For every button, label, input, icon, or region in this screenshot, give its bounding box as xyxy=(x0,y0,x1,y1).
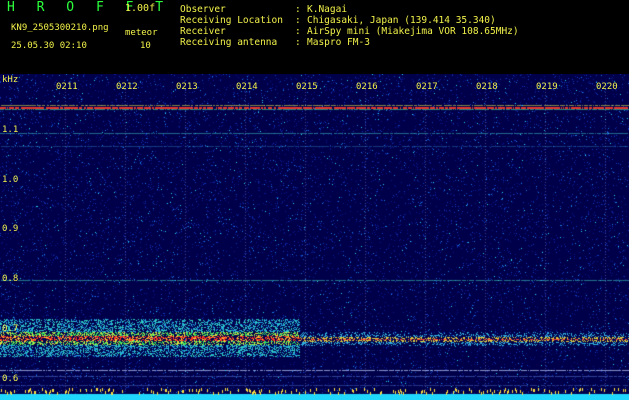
info-label: Observer xyxy=(180,4,226,15)
y-tick-label: 1.0 xyxy=(2,175,19,185)
info-value: K.Nagai xyxy=(307,4,348,15)
x-tick-label: 0218 xyxy=(476,82,498,92)
info-value: Maspro FM-3 xyxy=(307,37,370,48)
mode-label: meteor xyxy=(125,28,158,38)
info-row-location: Receiving Location : Chigasaki, Japan (1… xyxy=(180,15,519,26)
info-row-observer: Observer : K.Nagai xyxy=(180,4,519,15)
info-value: AirSpy mini (Miakejima VOR 108.65MHz) xyxy=(307,26,519,37)
info-separator: : xyxy=(295,26,301,37)
spectrogram xyxy=(0,74,629,400)
observation-info: Observer : K.Nagai Receiving Location : … xyxy=(180,4,519,48)
info-separator: : xyxy=(295,4,301,15)
info-label: Receiving antenna xyxy=(180,37,278,48)
y-tick-label: 0.8 xyxy=(2,274,19,284)
timestamp-label: 25.05.30 02:10 xyxy=(11,41,87,51)
info-label: Receiver xyxy=(180,26,226,37)
x-tick-label: 0213 xyxy=(176,82,198,92)
count-label: 10 xyxy=(140,41,151,51)
x-tick-label: 0215 xyxy=(296,82,318,92)
info-row-receiver: Receiver : AirSpy mini (Miakejima VOR 10… xyxy=(180,26,519,37)
y-tick-label: 0.9 xyxy=(2,224,19,234)
filename-label: KN9_2505300210.png xyxy=(11,23,109,33)
x-tick-label: 0212 xyxy=(116,82,138,92)
y-tick-label: 0.6 xyxy=(2,374,19,384)
version-label: 1.00f xyxy=(125,3,156,14)
x-tick-label: 0214 xyxy=(236,82,258,92)
x-tick-label: 0219 xyxy=(536,82,558,92)
info-separator: : xyxy=(295,15,301,26)
y-axis-unit: kHz xyxy=(2,75,19,85)
hrofft-window: H R O F F T 1.00f KN9_2505300210.png met… xyxy=(0,0,629,400)
info-row-antenna: Receiving antenna : Maspro FM-3 xyxy=(180,37,519,48)
x-tick-label: 0217 xyxy=(416,82,438,92)
x-tick-label: 0211 xyxy=(56,82,78,92)
x-tick-label: 0220 xyxy=(596,82,618,92)
y-tick-label: 0.7 xyxy=(2,324,19,334)
info-value: Chigasaki, Japan (139.414 35.340) xyxy=(307,15,496,26)
y-tick-label: 1.1 xyxy=(2,125,19,135)
spectrogram-panel xyxy=(0,74,629,400)
x-tick-label: 0216 xyxy=(356,82,378,92)
info-label: Receiving Location xyxy=(180,15,283,26)
info-separator: : xyxy=(295,37,301,48)
